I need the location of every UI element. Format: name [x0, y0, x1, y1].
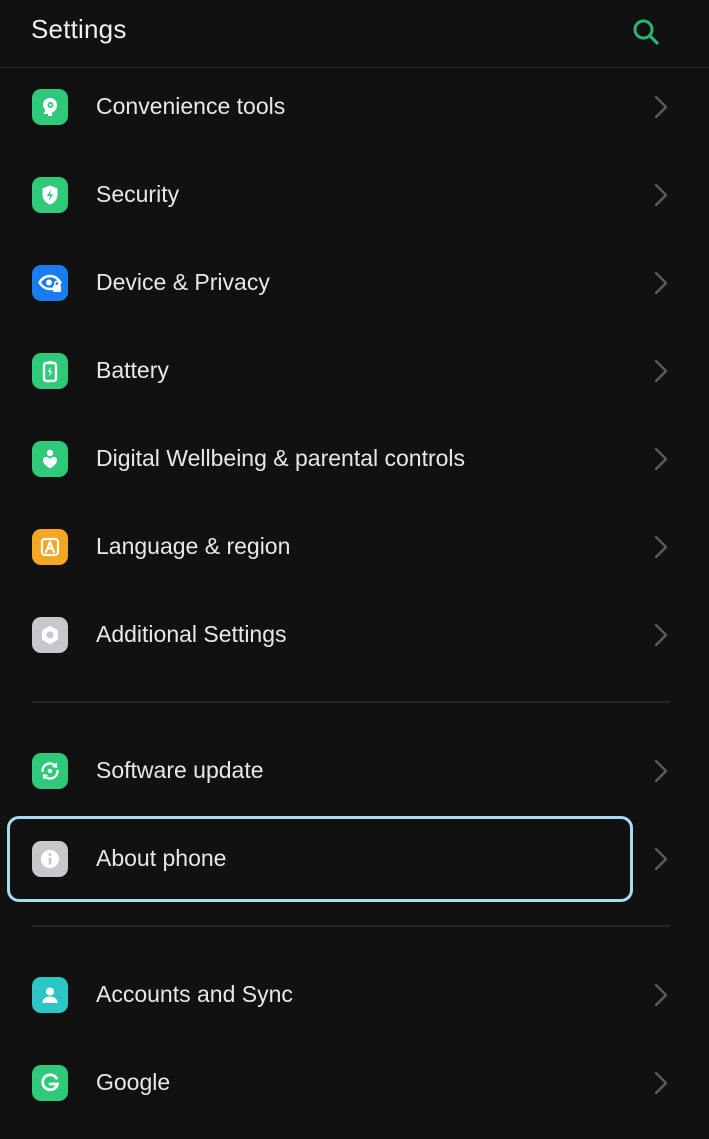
top-app-bar: Settings: [0, 0, 709, 68]
settings-item-label: Battery: [96, 357, 169, 383]
page-title: Settings: [31, 14, 127, 44]
info-icon: [32, 841, 68, 877]
chevron-right-icon: [654, 535, 668, 559]
settings-item-security[interactable]: Security: [0, 151, 709, 239]
chevron-right-icon: [654, 95, 668, 119]
settings-item-digital-wellbeing[interactable]: Digital Wellbeing & parental controls: [0, 415, 709, 503]
settings-item-label: Language & region: [96, 533, 291, 559]
google-icon: [32, 1065, 68, 1101]
chevron-right-icon: [654, 359, 668, 383]
account-icon: [32, 977, 68, 1013]
settings-item-label: Accounts and Sync: [96, 981, 293, 1007]
settings-item-label: Security: [96, 181, 180, 207]
settings-item-label: Digital Wellbeing & parental controls: [96, 445, 466, 471]
chevron-right-icon: [654, 623, 668, 647]
settings-item-additional-settings[interactable]: Additional Settings: [0, 591, 709, 679]
privacy-eye-icon: [32, 265, 68, 301]
chevron-right-icon: [654, 983, 668, 1007]
section-divider: [32, 701, 670, 703]
gear-icon: [32, 617, 68, 653]
chevron-right-icon: [654, 759, 668, 783]
settings-item-label: Additional Settings: [96, 621, 287, 647]
settings-item-label: About phone: [96, 845, 227, 871]
settings-item-battery[interactable]: Battery: [0, 327, 709, 415]
settings-item-convenience-tools[interactable]: Convenience tools: [0, 63, 709, 151]
settings-item-label: Software update: [96, 757, 264, 783]
section-divider: [32, 925, 670, 927]
chevron-right-icon: [654, 447, 668, 471]
settings-item-language-region[interactable]: Language & region: [0, 503, 709, 591]
settings-item-label: Device & Privacy: [96, 269, 270, 295]
settings-item-google[interactable]: Google: [0, 1039, 709, 1127]
settings-item-label: Google: [96, 1069, 171, 1095]
search-button[interactable]: [626, 12, 666, 52]
wellbeing-icon: [32, 441, 68, 477]
battery-icon: [32, 353, 68, 389]
settings-item-label: Convenience tools: [96, 93, 286, 119]
settings-item-software-update[interactable]: Software update: [0, 727, 709, 815]
language-icon: [32, 529, 68, 565]
chevron-right-icon: [654, 183, 668, 207]
settings-item-about-phone[interactable]: About phone: [0, 815, 709, 903]
shield-icon: [32, 177, 68, 213]
chevron-right-icon: [654, 271, 668, 295]
convenience-tools-icon: [32, 89, 68, 125]
chevron-right-icon: [654, 1071, 668, 1095]
settings-item-device-privacy[interactable]: Device & Privacy: [0, 239, 709, 327]
update-icon: [32, 753, 68, 789]
search-icon: [633, 19, 659, 45]
chevron-right-icon: [654, 847, 668, 871]
settings-item-accounts-sync[interactable]: Accounts and Sync: [0, 951, 709, 1039]
